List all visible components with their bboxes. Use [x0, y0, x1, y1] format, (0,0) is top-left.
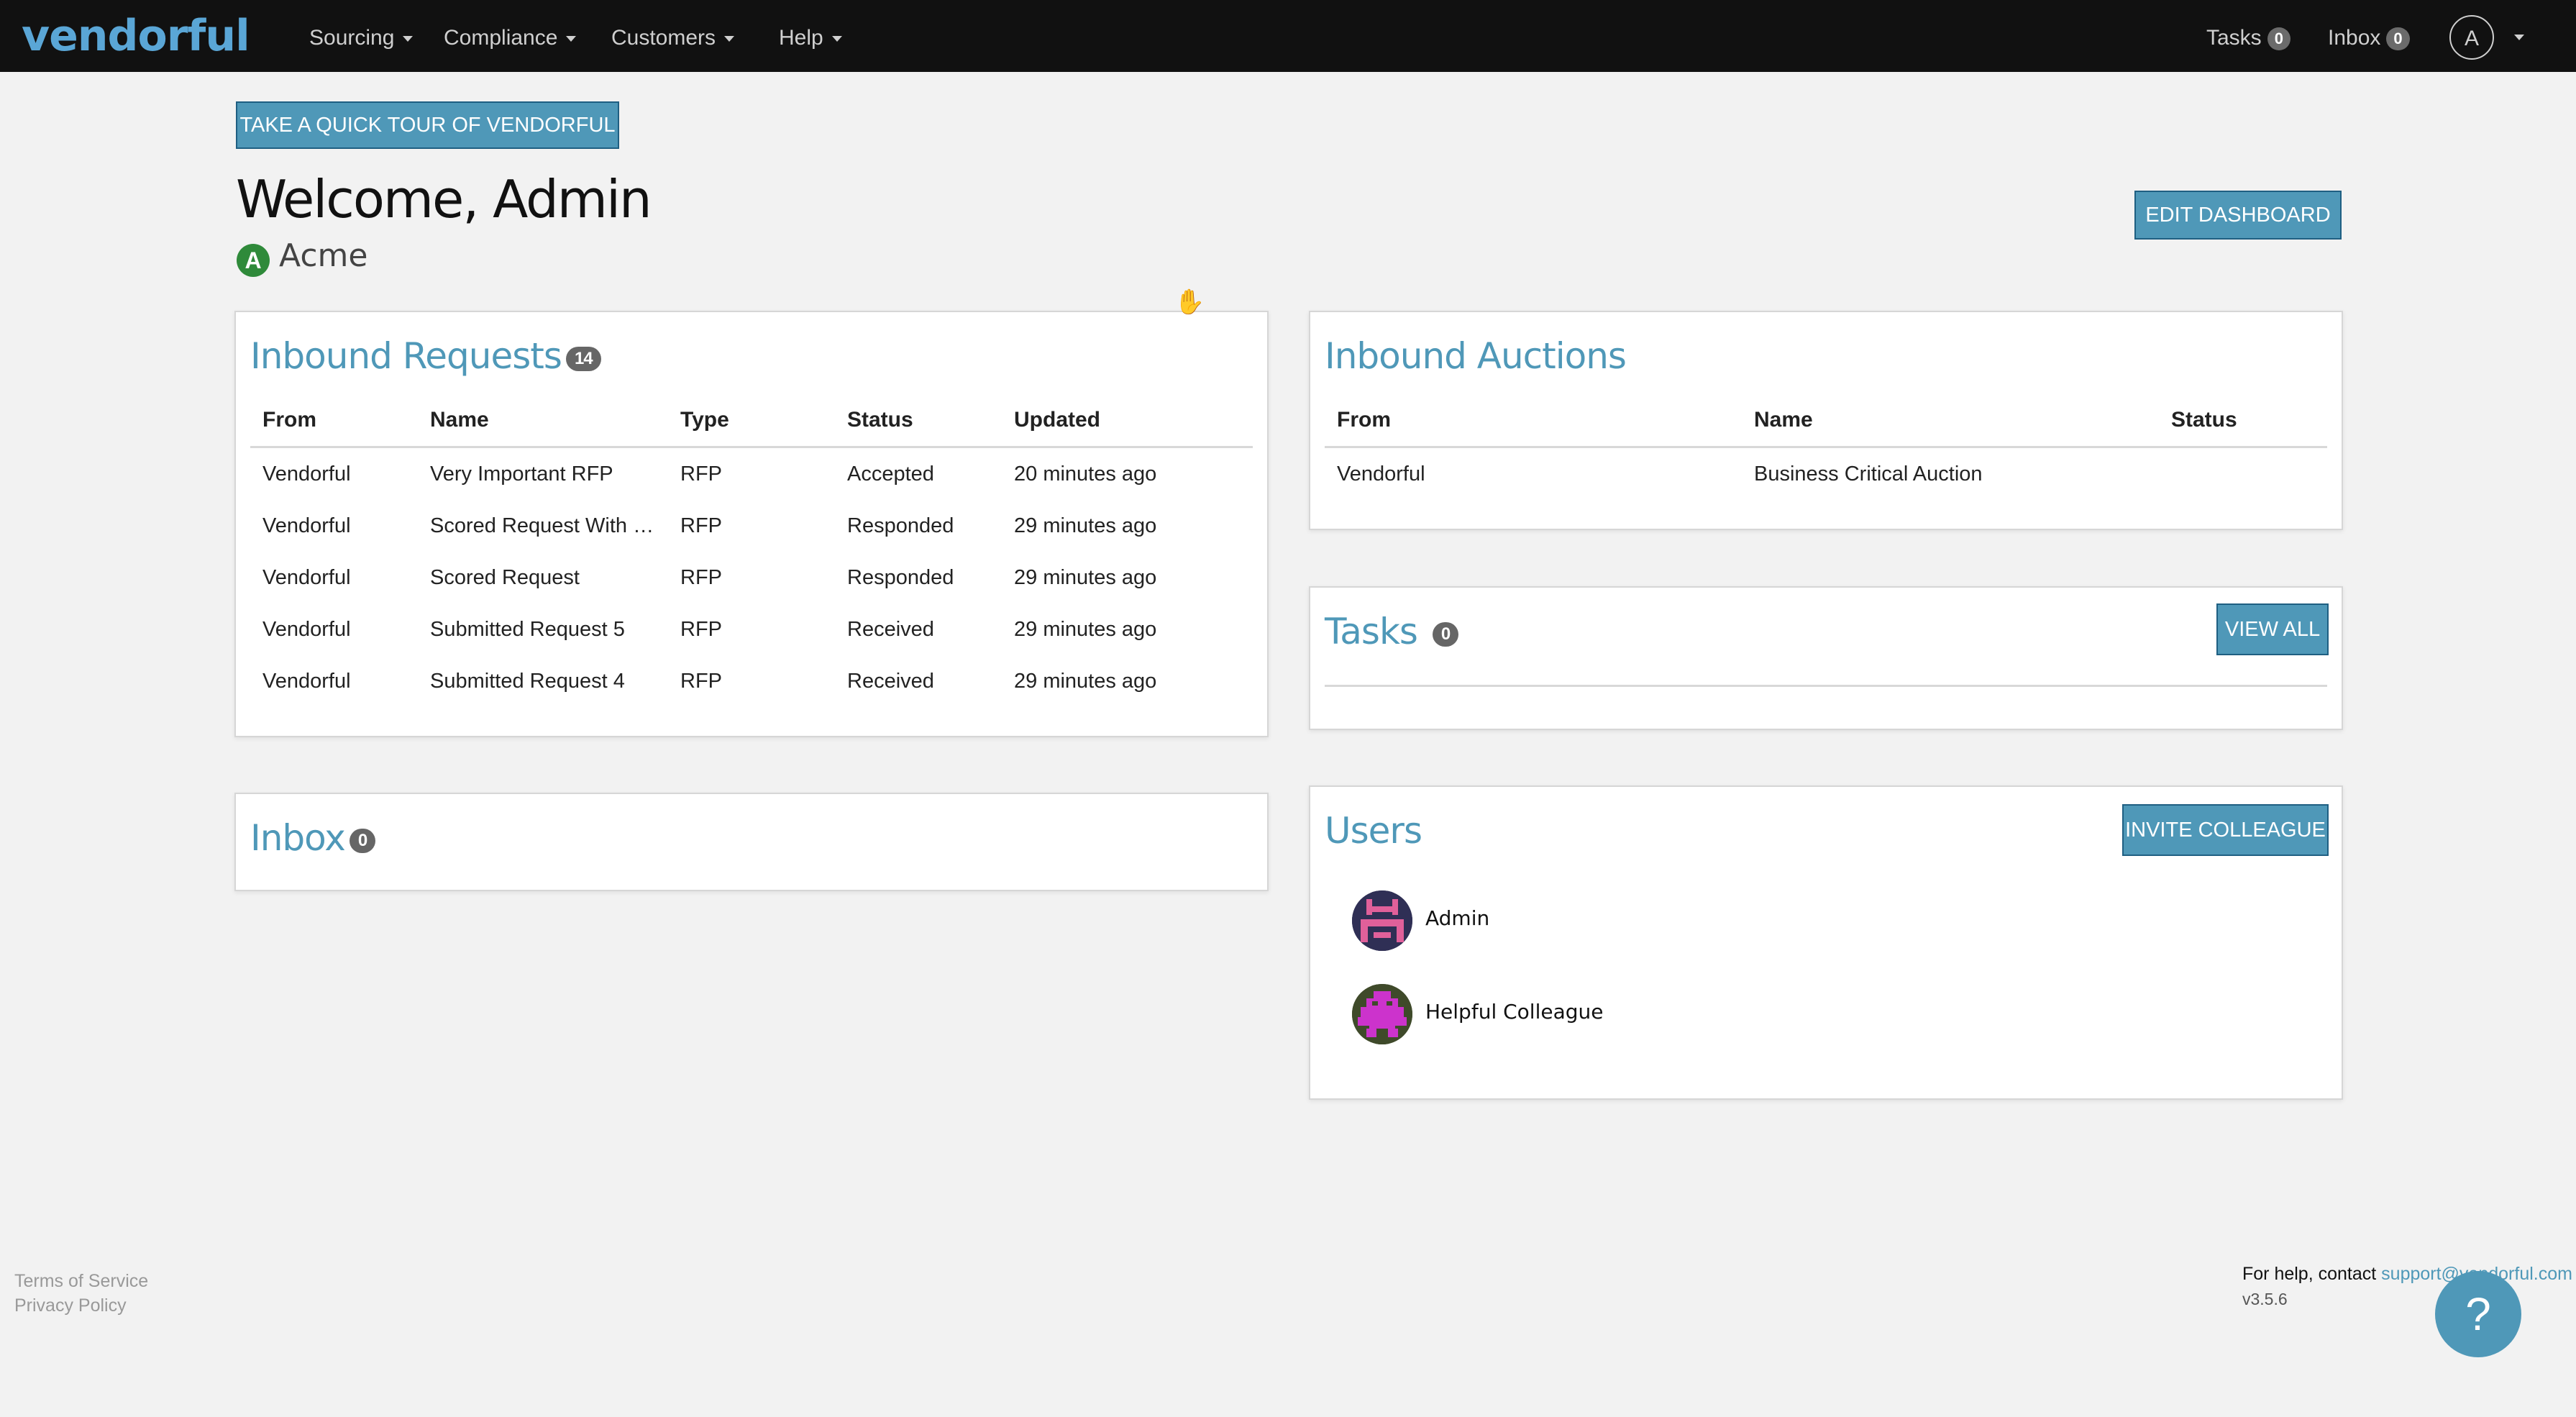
- column-header-updated: Updated: [1014, 408, 1100, 432]
- invite-colleague-button[interactable]: INVITE COLLEAGUE: [2122, 804, 2329, 856]
- privacy-policy-link[interactable]: Privacy Policy: [14, 1295, 127, 1316]
- nav-compliance-label: Compliance: [444, 26, 558, 50]
- inbox-count-badge: 0: [2386, 27, 2410, 51]
- users-card: Users INVITE COLLEAGUE Admin Helpful Col…: [1309, 785, 2343, 1100]
- nav-compliance[interactable]: Compliance: [444, 0, 577, 72]
- tasks-title-text: Tasks: [1325, 611, 1418, 652]
- tasks-count-badge: 0: [2267, 27, 2290, 51]
- tasks-divider: [1325, 685, 2327, 687]
- top-navbar: vendorful Sourcing Compliance Customers …: [0, 0, 2576, 72]
- nav-inbox-label: Inbox: [2328, 26, 2381, 50]
- row-type: RFP: [680, 463, 722, 486]
- user-name[interactable]: Admin: [1425, 906, 1489, 930]
- caret-down-icon: [724, 36, 735, 42]
- column-header-from: From: [262, 408, 316, 432]
- inbox-title[interactable]: Inbox 0: [250, 817, 376, 859]
- column-header-type: Type: [680, 408, 729, 432]
- tasks-card: Tasks 0 VIEW ALL: [1309, 586, 2343, 730]
- row-name[interactable]: Business Critical Auction: [1754, 463, 1983, 486]
- help-question-icon[interactable]: ?: [2435, 1271, 2521, 1357]
- nav-tasks-label: Tasks: [2206, 26, 2262, 50]
- nav-sourcing-label: Sourcing: [309, 26, 395, 50]
- caret-down-icon: [831, 36, 842, 42]
- nav-customers-label: Customers: [611, 26, 716, 50]
- column-header-status: Status: [847, 408, 913, 432]
- row-updated: 29 minutes ago: [1014, 514, 1157, 537]
- terms-of-service-link[interactable]: Terms of Service: [14, 1271, 148, 1292]
- row-name[interactable]: Submitted Request 4: [430, 670, 625, 693]
- robot-avatar-icon: [1352, 890, 1412, 951]
- row-updated: 20 minutes ago: [1014, 463, 1157, 486]
- page-title: Welcome, Admin: [236, 169, 652, 229]
- row-name[interactable]: Very Important RFP: [430, 463, 613, 486]
- nav-inbox[interactable]: Inbox 0: [2328, 0, 2410, 72]
- admin-avatar[interactable]: [1352, 890, 1412, 951]
- row-type: RFP: [680, 670, 722, 693]
- user-name[interactable]: Helpful Colleague: [1425, 1000, 1604, 1024]
- users-title[interactable]: Users: [1325, 810, 1422, 852]
- edit-dashboard-button[interactable]: EDIT DASHBOARD: [2134, 191, 2342, 240]
- app-version: v3.5.6: [2242, 1290, 2288, 1308]
- inbound-auctions-card: Inbound Auctions From Name Status Vendor…: [1309, 311, 2343, 530]
- row-name[interactable]: Scored Request With …: [430, 514, 654, 538]
- row-status: Received: [847, 618, 934, 641]
- grab-cursor-icon: ✋: [1174, 288, 1205, 316]
- row-from: Vendorful: [1337, 463, 1425, 486]
- caret-down-icon: [403, 36, 414, 42]
- row-status: Responded: [847, 566, 954, 589]
- row-status: Received: [847, 670, 934, 693]
- row-status: Responded: [847, 514, 954, 537]
- row-from: Vendorful: [262, 463, 351, 486]
- nav-sourcing[interactable]: Sourcing: [309, 0, 414, 72]
- inbound-requests-title[interactable]: Inbound Requests 14: [250, 335, 601, 377]
- user-menu-avatar[interactable]: A: [2449, 15, 2494, 60]
- row-type: RFP: [680, 514, 722, 537]
- inbound-auctions-title[interactable]: Inbound Auctions: [1325, 335, 1627, 377]
- inbox-title-text: Inbox: [250, 817, 346, 859]
- help-contact-prefix: For help, contact: [2242, 1264, 2377, 1284]
- row-from: Vendorful: [262, 514, 351, 537]
- inbox-card: Inbox 0: [234, 793, 1269, 891]
- column-header-status: Status: [2171, 408, 2237, 432]
- column-header-from: From: [1337, 408, 1391, 432]
- row-updated: 29 minutes ago: [1014, 670, 1157, 693]
- tasks-title[interactable]: Tasks 0: [1325, 611, 1459, 652]
- nav-help[interactable]: Help: [779, 0, 842, 72]
- row-from: Vendorful: [262, 670, 351, 693]
- view-all-tasks-button[interactable]: VIEW ALL: [2216, 603, 2329, 655]
- inbound-requests-count-badge: 14: [565, 346, 601, 371]
- nav-customers[interactable]: Customers: [611, 0, 735, 72]
- row-name[interactable]: Scored Request: [430, 566, 580, 590]
- inbox-card-count-badge: 0: [349, 828, 376, 853]
- inbound-requests-card: Inbound Requests 14 From Name Type Status…: [234, 311, 1269, 737]
- caret-down-icon: [566, 36, 577, 42]
- helpful-colleague-avatar[interactable]: [1352, 984, 1412, 1044]
- row-status: Accepted: [847, 463, 934, 486]
- row-type: RFP: [680, 618, 722, 641]
- inbound-requests-title-text: Inbound Requests: [250, 335, 562, 377]
- row-updated: 29 minutes ago: [1014, 566, 1157, 589]
- help-contact-text: For help, contact support@vendorful.com: [2242, 1264, 2572, 1285]
- row-from: Vendorful: [262, 566, 351, 589]
- row-updated: 29 minutes ago: [1014, 618, 1157, 641]
- nav-tasks[interactable]: Tasks 0: [2206, 0, 2290, 72]
- column-header-name: Name: [1754, 408, 1813, 432]
- table-header-divider: [1325, 446, 2327, 448]
- table-header-divider: [250, 446, 1253, 448]
- tasks-card-count-badge: 0: [1432, 621, 1459, 647]
- column-header-name: Name: [430, 408, 489, 432]
- row-type: RFP: [680, 566, 722, 589]
- quick-tour-button[interactable]: TAKE A QUICK TOUR OF VENDORFUL: [236, 101, 619, 149]
- row-name[interactable]: Submitted Request 5: [430, 618, 625, 642]
- nav-help-label: Help: [779, 26, 823, 50]
- row-from: Vendorful: [262, 618, 351, 641]
- org-avatar: A: [237, 244, 270, 277]
- org-name: Acme: [279, 237, 368, 274]
- invader-avatar-icon: [1352, 984, 1412, 1044]
- user-menu-caret-icon[interactable]: [2514, 35, 2524, 40]
- vendorful-logo[interactable]: vendorful: [22, 7, 250, 65]
